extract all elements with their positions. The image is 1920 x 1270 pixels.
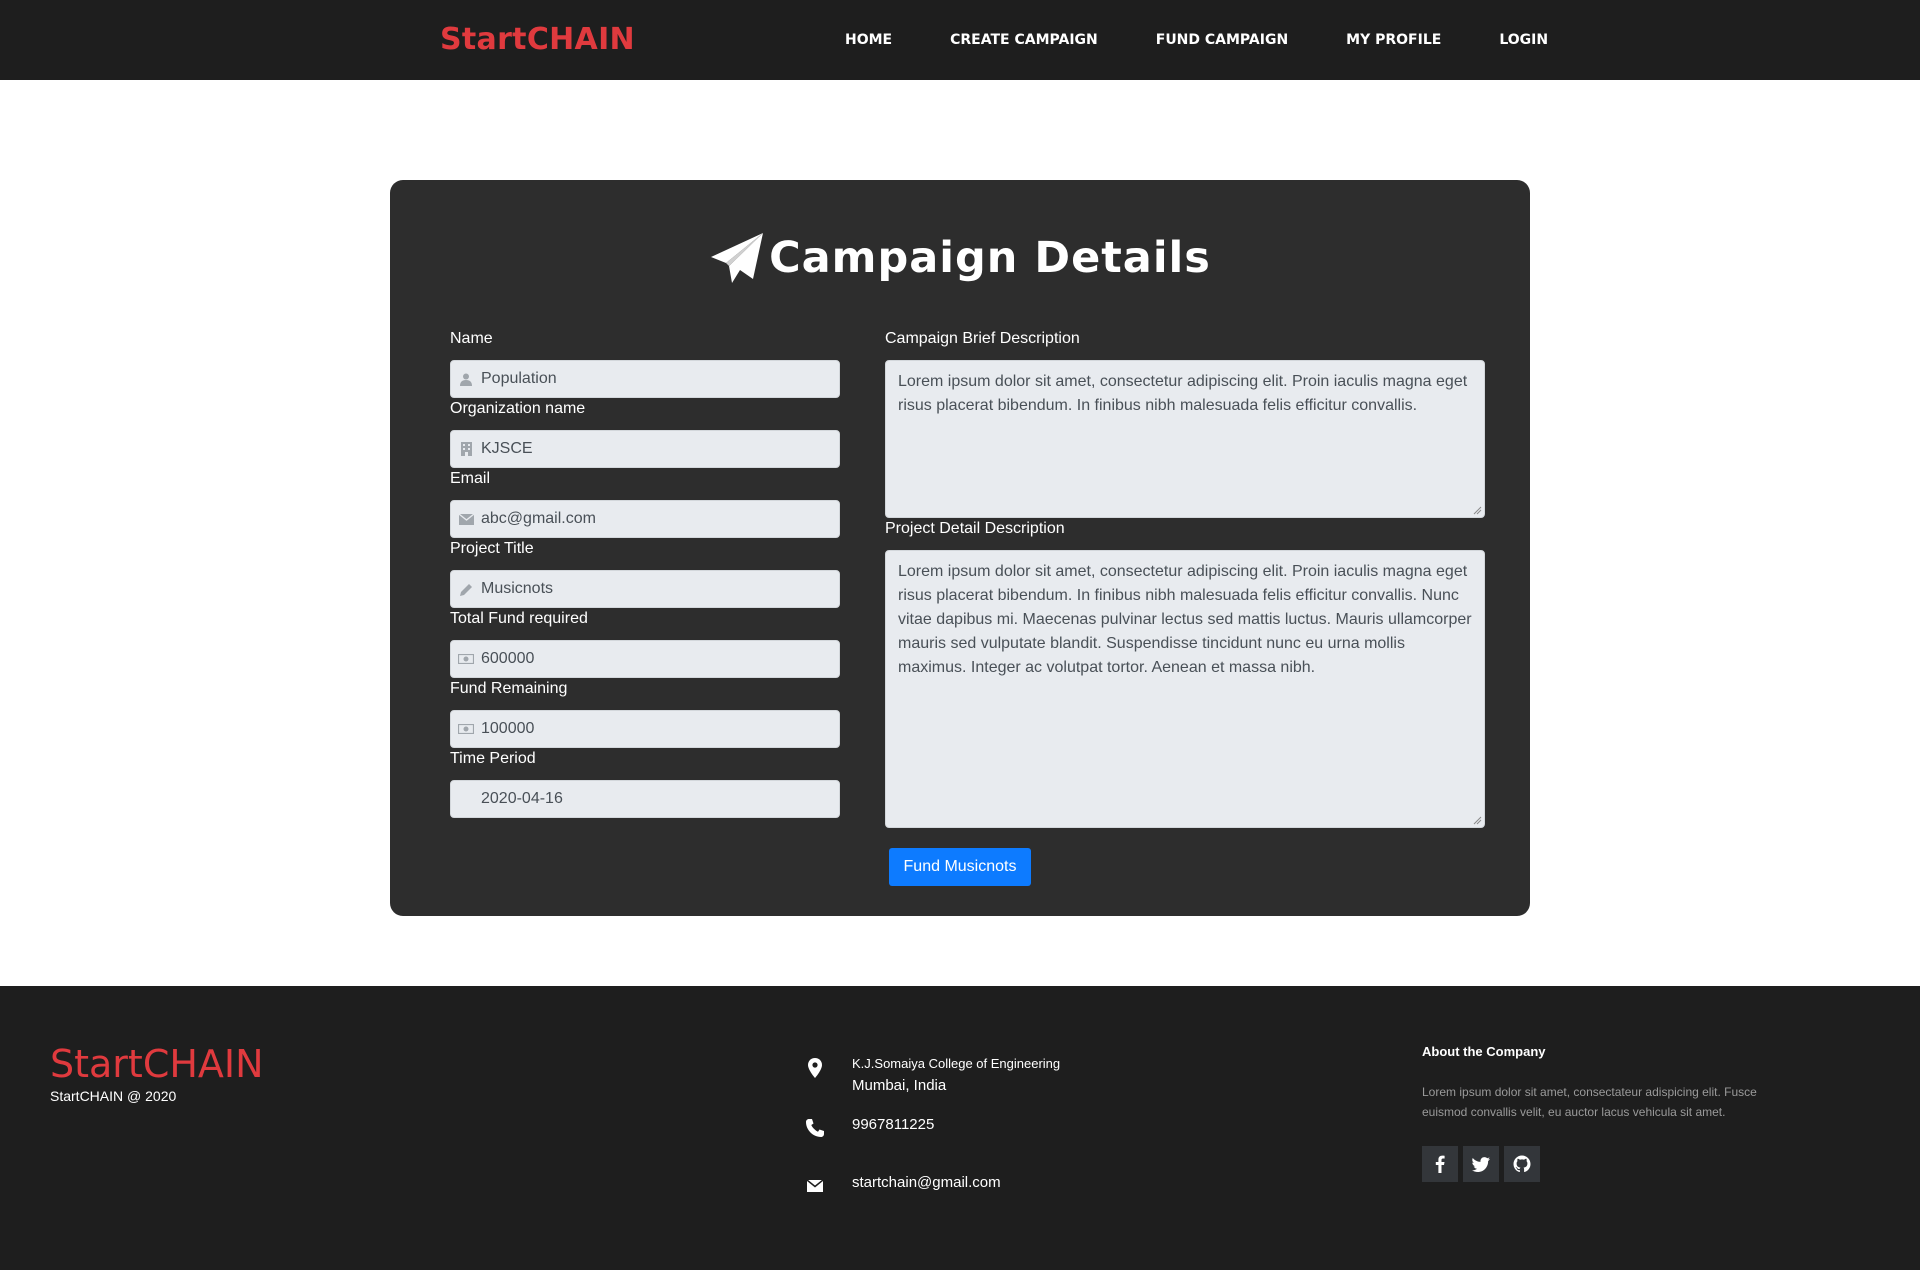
footer-address-line1: K.J.Somaiya College of Engineering [852,1056,1061,1071]
email-label: Email [450,470,491,487]
time-period-label: Time Period [450,750,536,767]
organization-label: Organization name [450,400,586,417]
project-title-label: Project Title [450,540,534,557]
footer-email: startchain@gmail.com [800,1174,1001,1198]
github-icon[interactable] [1504,1146,1540,1182]
about-text: Lorem ipsum dolor sit amet, consectateur… [1422,1085,1757,1119]
name-field[interactable] [450,360,840,398]
nav-login[interactable]: LOGIN [1499,32,1548,48]
nav-create-campaign[interactable]: CREATE CAMPAIGN [950,32,1098,48]
campaign-details-card: Campaign Details Name Organization name … [390,180,1530,916]
name-input[interactable] [481,370,821,388]
social-links [1422,1146,1545,1182]
brand-logo[interactable]: StartCHAIN [440,22,635,57]
email-input[interactable] [481,510,821,528]
total-fund-input[interactable] [481,650,821,668]
fund-remaining-label: Fund Remaining [450,680,568,697]
brief-description-label: Campaign Brief Description [885,330,1080,347]
organization-field[interactable] [450,430,840,468]
footer-address: K.J.Somaiya College of Engineering Mumba… [800,1056,1060,1094]
brief-description-field[interactable]: Lorem ipsum dolor sit amet, consectetur … [885,360,1485,518]
name-label: Name [450,330,493,347]
money-icon [451,654,481,664]
time-period-field[interactable] [450,780,840,818]
total-fund-field[interactable] [450,640,840,678]
footer-address-line2: Mumbai, India [852,1077,947,1094]
project-title-input[interactable] [481,580,821,598]
nav-my-profile[interactable]: MY PROFILE [1346,32,1441,48]
footer-phone-text: 9967811225 [852,1116,935,1133]
pencil-icon [451,583,481,596]
user-icon [451,373,481,386]
phone-icon [800,1116,830,1140]
footer-brand: StartCHAIN [50,1042,264,1086]
about-title: About the Company [1422,1044,1546,1059]
footer-copyright: StartCHAIN @ 2020 [50,1088,177,1104]
nav-links: HOME CREATE CAMPAIGN FUND CAMPAIGN MY PR… [845,0,1548,80]
footer: StartCHAIN StartCHAIN @ 2020 K.J.Somaiya… [0,986,1920,1270]
brief-description-textarea[interactable]: Lorem ipsum dolor sit amet, consectetur … [898,370,1472,508]
fund-remaining-input[interactable] [481,720,821,738]
facebook-icon[interactable] [1422,1146,1458,1182]
nav-home[interactable]: HOME [845,32,892,48]
detail-description-field[interactable]: Lorem ipsum dolor sit amet, consectetur … [885,550,1485,828]
twitter-icon[interactable] [1463,1146,1499,1182]
money-icon [451,724,481,734]
resize-handle-icon[interactable] [1472,815,1482,825]
footer-phone: 9967811225 [800,1116,934,1140]
project-title-field[interactable] [450,570,840,608]
email-field[interactable] [450,500,840,538]
fund-remaining-field[interactable] [450,710,840,748]
top-navbar: StartCHAIN HOME CREATE CAMPAIGN FUND CAM… [0,0,1920,80]
card-title: Campaign Details [390,230,1530,286]
map-marker-icon [800,1056,830,1080]
page-title: Campaign Details [769,233,1211,283]
detail-description-label: Project Detail Description [885,520,1065,537]
time-period-input[interactable] [481,790,821,808]
envelope-icon [451,513,481,525]
detail-description-textarea[interactable]: Lorem ipsum dolor sit amet, consectetur … [898,560,1472,818]
organization-input[interactable] [481,440,821,458]
building-icon [451,442,481,456]
fund-button[interactable]: Fund Musicnots [889,848,1031,886]
envelope-icon [800,1174,830,1198]
nav-fund-campaign[interactable]: FUND CAMPAIGN [1156,32,1288,48]
footer-email-text[interactable]: startchain@gmail.com [852,1174,1001,1191]
paper-plane-icon [711,233,764,283]
resize-handle-icon[interactable] [1472,505,1482,515]
total-fund-label: Total Fund required [450,610,588,627]
